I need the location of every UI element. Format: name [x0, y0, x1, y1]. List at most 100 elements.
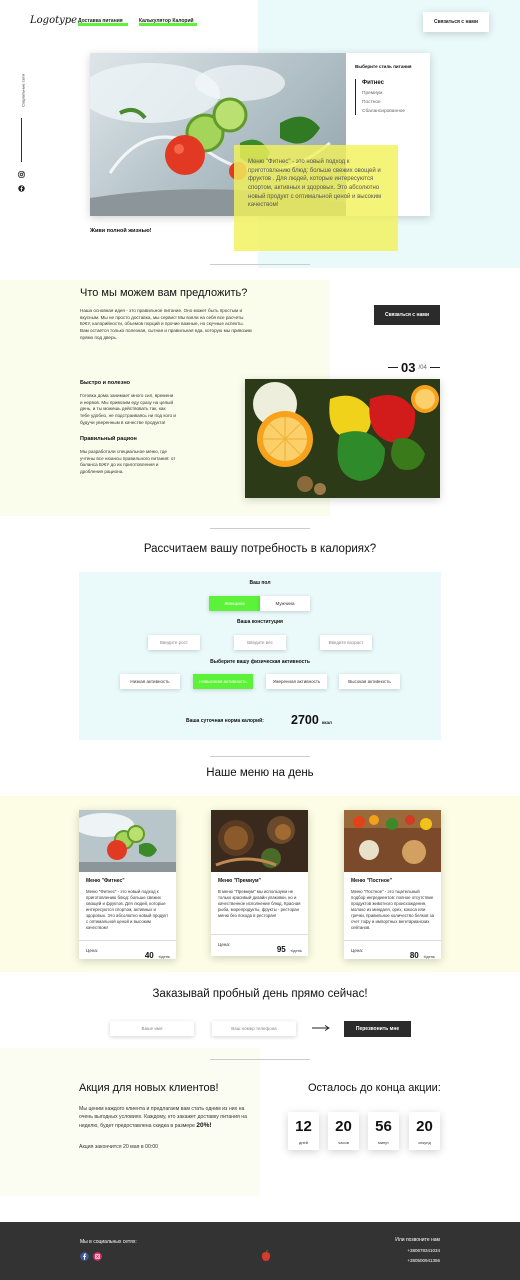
- menu-card-price-unit: т/день: [423, 954, 435, 959]
- menu-card-divider: [211, 934, 308, 935]
- menu-card-title: Меню "Фитнес": [86, 878, 125, 884]
- countdown-seconds: 20 секунд: [409, 1112, 440, 1150]
- style-option-balanced[interactable]: Сбалансированное: [362, 109, 405, 114]
- activity-low-button[interactable]: Низкая активность: [120, 674, 180, 689]
- constitution-label: Ваша конституция: [237, 619, 283, 625]
- activity-light-button[interactable]: Невысокая активность: [193, 674, 253, 689]
- footer-phone-2[interactable]: +380500941356: [407, 1258, 440, 1263]
- menu-card-price: 40 т/день: [145, 945, 170, 963]
- menu-card-text: Меню "Постное" - это тщательный подбор и…: [351, 889, 435, 931]
- instagram-icon[interactable]: [18, 171, 25, 178]
- countdown-unit: часов: [338, 1140, 349, 1145]
- menu-card-price-value: 95: [276, 945, 286, 954]
- menu-card-text: В меню "Премиум" мы используем не только…: [218, 889, 301, 919]
- counter-line-right: [429, 367, 440, 368]
- footer-logo-icon[interactable]: [261, 1250, 271, 1262]
- activity-moderate-button[interactable]: Умеренная активность: [266, 674, 327, 689]
- footer-call-label: Или позвоните нам: [395, 1237, 440, 1243]
- footer-social-label: Мы в социальных сетях:: [80, 1239, 137, 1245]
- menu-card-price: 80 т/день: [410, 945, 435, 963]
- countdown-minutes: 56 минут: [368, 1112, 399, 1150]
- side-social-label: Социальные сети: [20, 74, 26, 107]
- section-divider: [210, 528, 310, 529]
- name-input[interactable]: Ваше имя: [110, 1021, 194, 1036]
- countdown-hours: 20 часов: [328, 1112, 359, 1150]
- header-contact-button[interactable]: Связаться с нами: [423, 12, 489, 32]
- section-divider: [210, 264, 310, 265]
- offer-contact-button[interactable]: Связаться с нами: [374, 305, 440, 325]
- phone-input[interactable]: Ваш номер телефона: [212, 1021, 296, 1036]
- footer-phone-1[interactable]: +380678341034: [407, 1248, 440, 1253]
- logo[interactable]: Logotype: [30, 15, 77, 26]
- counter-total: /04: [418, 364, 427, 371]
- activity-label: Выберите вашу физическая активность: [210, 659, 310, 665]
- trial-title: Заказывай пробный день прямо сейчас!: [152, 988, 368, 1000]
- nav-link-label: Доставка питания: [78, 18, 123, 24]
- gender-female-button[interactable]: Женщина: [209, 596, 260, 611]
- calorie-result-value: 2700: [291, 713, 319, 727]
- calorie-result-label: Ваша суточная норма калорий:: [186, 718, 264, 724]
- menu-card-image: [344, 810, 441, 872]
- counter-current: 03: [401, 360, 416, 375]
- style-option-lenten[interactable]: Постное: [362, 100, 381, 105]
- arrow-right-icon: [312, 1025, 330, 1031]
- menu-card-price-value: 80: [409, 951, 419, 960]
- countdown-value: 20: [416, 1118, 433, 1135]
- slide-counter: 03 /04: [388, 360, 440, 375]
- style-chooser-bar: [355, 79, 356, 115]
- offer-image: [245, 379, 440, 498]
- feature1-text: Готовка дома занимает много сил, времени…: [80, 393, 176, 425]
- side-divider: [21, 118, 22, 162]
- menu-card-lenten[interactable]: Меню "Постное" Меню "Постное" - это тщат…: [344, 810, 441, 960]
- offer-title: Что мы можем вам предложить?: [80, 287, 248, 299]
- countdown-unit: секунд: [418, 1140, 431, 1145]
- countdown-value: 56: [375, 1118, 392, 1135]
- menu-card-price-label: Цена:: [351, 948, 364, 953]
- menu-card-price-label: Цена:: [218, 942, 231, 947]
- nav-link-label: Калькулятор Калорий: [139, 18, 194, 24]
- countdown-title: Осталось до конца акции:: [308, 1082, 441, 1094]
- menu-card-image: [211, 810, 308, 872]
- countdown-unit: дней: [298, 1140, 308, 1145]
- menu-title: Наше меню на день: [206, 767, 314, 779]
- weight-input[interactable]: Введите вес: [234, 635, 286, 650]
- facebook-icon[interactable]: [18, 185, 25, 192]
- calorie-result-unit: ккал: [322, 720, 332, 725]
- calculator-title: Рассчитаем вашу потребность в калориях?: [143, 543, 377, 555]
- promo-text: Мы ценим каждого клиента и предлагаем ва…: [79, 1106, 247, 1130]
- callback-button[interactable]: Перезвонить мне: [344, 1021, 411, 1037]
- menu-card-divider: [79, 940, 176, 941]
- gender-label: Ваш пол: [249, 580, 271, 586]
- section-divider: [210, 756, 310, 757]
- menu-card-title: Меню "Премиум": [218, 878, 261, 884]
- activity-high-button[interactable]: Высокая активность: [339, 674, 400, 689]
- menu-card-premium[interactable]: Меню "Премиум" В меню "Премиум" мы испол…: [211, 810, 308, 956]
- menu-card-title: Меню "Постное": [351, 878, 393, 884]
- promo-title: Акция для новых клиентов!: [79, 1082, 219, 1094]
- style-option-fitness[interactable]: Фитнес: [362, 80, 384, 86]
- height-input[interactable]: Введите рост: [148, 635, 200, 650]
- menu-card-price-value: 40: [144, 951, 154, 960]
- menu-card-image: [79, 810, 176, 872]
- menu-card-fitness[interactable]: Меню "Фитнес" Меню "Фитнес" - это новый …: [79, 810, 176, 960]
- section-divider: [210, 1059, 310, 1060]
- menu-card-price-unit: т/день: [290, 948, 302, 953]
- menu-card-price: 95 т/день: [277, 939, 302, 957]
- menu-card-price-unit: т/день: [158, 954, 170, 959]
- countdown-value: 20: [335, 1118, 352, 1135]
- promo-ends: Акция закончится 20 мая в 00:00: [79, 1144, 159, 1150]
- style-option-premium[interactable]: Премиум: [362, 91, 382, 96]
- countdown-days: 12 дней: [288, 1112, 319, 1150]
- feature2-text: Мы разработали специальное меню, где учт…: [80, 449, 176, 474]
- style-chooser-title: Выберите стиль питания: [355, 64, 412, 69]
- footer-facebook-icon[interactable]: [80, 1252, 89, 1261]
- gender-male-button[interactable]: Мужчина: [260, 596, 310, 611]
- countdown-unit: минут: [377, 1140, 390, 1145]
- age-input[interactable]: Введите возраст: [320, 635, 372, 650]
- offer-intro: Наша основная идея - это правильное пита…: [80, 308, 252, 340]
- footer-instagram-icon[interactable]: [93, 1252, 102, 1261]
- menu-card-price-label: Цена:: [86, 948, 99, 953]
- feature1-title: Быстро и полезно: [80, 380, 130, 386]
- promo-discount: 20%!: [196, 1122, 212, 1130]
- countdown-value: 12: [295, 1118, 312, 1135]
